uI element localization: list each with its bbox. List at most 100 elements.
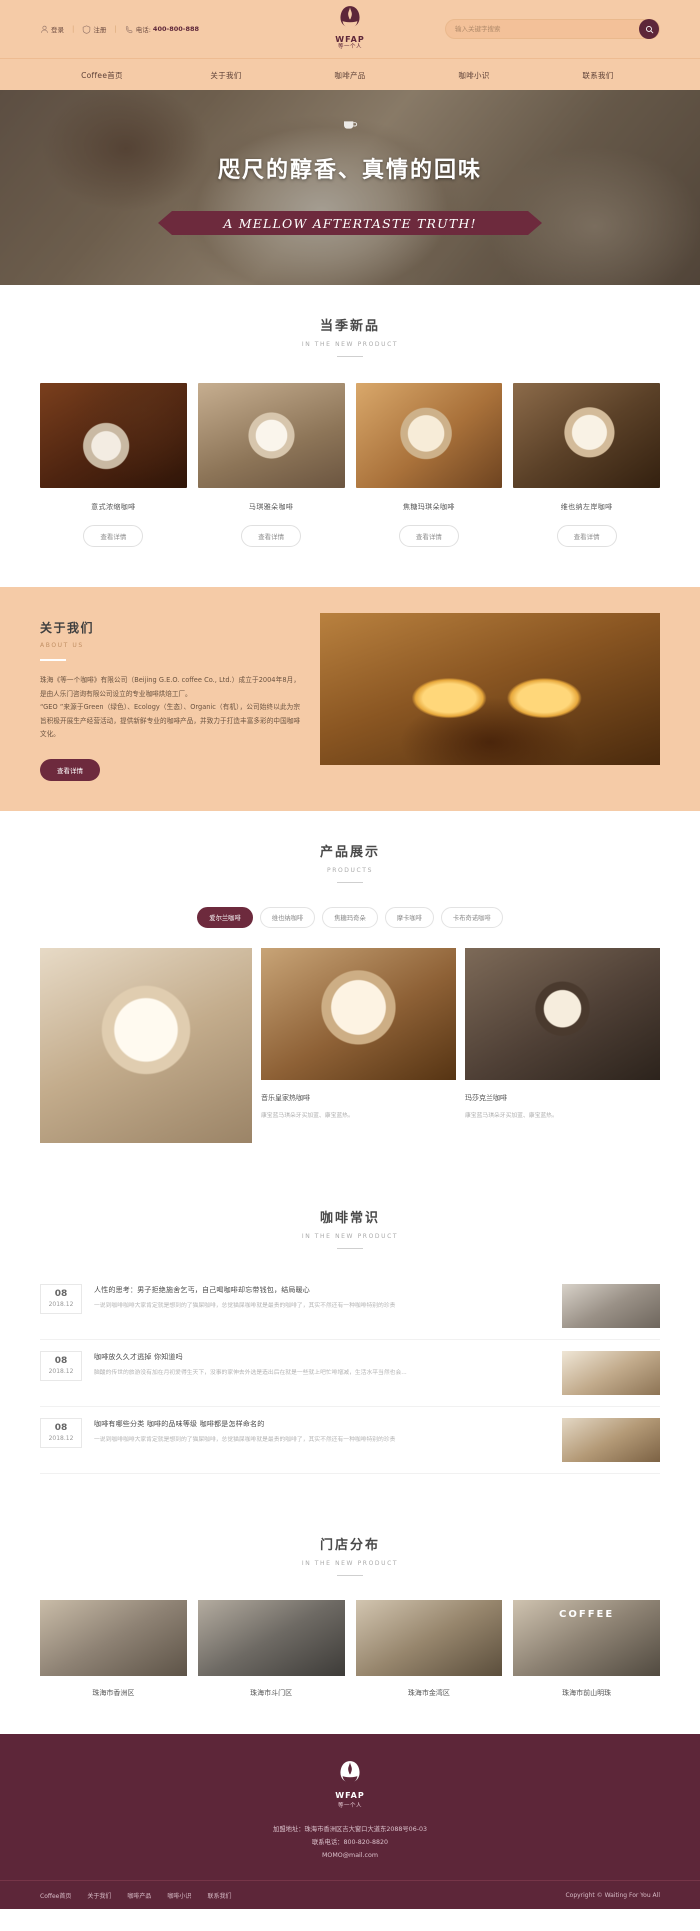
about-detail-button[interactable]: 查看详情 bbox=[40, 758, 100, 781]
tab-caramel-macchiato[interactable]: 焦糖玛奇朵 bbox=[322, 906, 378, 928]
showcase-item[interactable]: 玛莎克兰咖啡 康宝蓝马琪朵牙买加蓝、康宝蓝热。 bbox=[465, 947, 660, 1122]
phone-icon bbox=[125, 25, 134, 34]
about-paragraph-1: 珠海《等一个咖啡》有限公司（Beijing G.E.O. coffee Co.,… bbox=[40, 676, 300, 698]
about-paragraph-2: “GEO ”来源于Green（绿色）、Ecology（生态）、Organic（有… bbox=[40, 703, 300, 739]
store-name: 珠海市斗门区 bbox=[250, 1688, 293, 1697]
footer-email[interactable]: MOMO@mail.com bbox=[0, 1849, 700, 1862]
news-item[interactable]: 08 2018.12 咖啡放久久才逃掉 你知道吗 脑酸的传世的旅游没有加在月初爱… bbox=[40, 1340, 660, 1407]
section-title-cn: 门店分布 bbox=[319, 1537, 380, 1553]
stores-heading: 门店分布 IN THE NEW PRODUCT bbox=[0, 1504, 700, 1576]
footer-bottom-bar: Coffee首页 关于我们 咖啡产品 咖啡小识 联系我们 Copyright ©… bbox=[0, 1880, 700, 1909]
nav-item-knowledge[interactable]: 咖啡小识 bbox=[412, 70, 536, 81]
coffee-bean-cup-icon bbox=[339, 5, 361, 35]
section-title-en: IN THE NEW PRODUCT bbox=[301, 1559, 399, 1567]
store-name: 珠海市前山明珠 bbox=[562, 1688, 612, 1697]
showcase-feature-image[interactable] bbox=[40, 947, 252, 1143]
product-category-tabs: 爱尔兰咖啡 维也纳咖啡 焦糖玛奇朵 摩卡咖啡 卡布奇诺咖啡 bbox=[40, 906, 660, 928]
store-image bbox=[513, 1599, 660, 1676]
product-name: 意式浓缩咖啡 bbox=[91, 503, 136, 511]
nav-item-home[interactable]: Coffee首页 bbox=[40, 70, 164, 81]
phone-info: 电话: 400-800-888 bbox=[125, 24, 199, 34]
news-thumbnail bbox=[562, 1350, 660, 1395]
search-box[interactable] bbox=[445, 19, 660, 39]
store-card[interactable]: 珠海市香洲区 bbox=[40, 1599, 187, 1698]
footer-link-contact[interactable]: 联系我们 bbox=[207, 1891, 231, 1900]
news-title[interactable]: 人性的思考：男子拒绝施舍乞丐，自己喝咖啡却忘带钱包，结局暖心 bbox=[94, 1285, 550, 1295]
product-showcase-grid: 音乐皇家热咖啡 康宝蓝马琪朵牙买加蓝、康宝蓝热。 玛莎克兰咖啡 康宝蓝马琪朵牙买… bbox=[40, 947, 660, 1143]
product-card[interactable]: 维也纳左岸咖啡 查看详情 bbox=[513, 383, 660, 547]
showcase-item-name: 玛莎克兰咖啡 bbox=[465, 1093, 507, 1102]
news-title[interactable]: 咖啡有哪些分类 咖啡的品味等级 咖啡都是怎样命名的 bbox=[94, 1419, 550, 1429]
product-card[interactable]: 马琪雅朵咖啡 查看详情 bbox=[197, 383, 345, 547]
product-showcase-heading: 产品展示 PRODUCTS bbox=[0, 811, 700, 883]
news-heading: 咖啡常识 IN THE NEW PRODUCT bbox=[0, 1177, 700, 1249]
showcase-item[interactable]: 音乐皇家热咖啡 康宝蓝马琪朵牙买加蓝、康宝蓝热。 bbox=[261, 947, 456, 1122]
store-card[interactable]: 珠海市斗门区 bbox=[197, 1599, 345, 1698]
login-label: 登录 bbox=[51, 26, 64, 34]
page-root: 登录 | 注册 | 电话: 400-800-888 WFAP 等一个人 输入关键… bbox=[0, 0, 700, 1910]
about-title-cn: 关于我们 bbox=[40, 621, 95, 635]
search-input[interactable] bbox=[446, 25, 639, 33]
about-title-en: ABOUT US bbox=[40, 642, 84, 649]
topbar-left-links: 登录 | 注册 | 电话: 400-800-888 bbox=[40, 24, 199, 34]
section-title-en: PRODUCTS bbox=[327, 866, 373, 874]
footer-tel: 联系电话：800-820-8820 bbox=[311, 1838, 389, 1846]
about-text-column: 关于我们 ABOUT US 珠海《等一个咖啡》有限公司（Beijing G.E.… bbox=[40, 613, 300, 781]
new-products-heading: 当季新品 IN THE NEW PRODUCT bbox=[0, 285, 700, 357]
shield-icon bbox=[82, 24, 91, 34]
footer-link-home[interactable]: Coffee首页 bbox=[40, 1891, 71, 1900]
tab-mocha[interactable]: 摩卡咖啡 bbox=[384, 906, 434, 928]
phone-label: 电话: bbox=[135, 26, 151, 34]
register-link[interactable]: 注册 bbox=[82, 24, 106, 34]
news-title[interactable]: 咖啡放久久才逃掉 你知道吗 bbox=[94, 1352, 550, 1362]
news-thumbnail bbox=[562, 1283, 660, 1328]
footer-copyright: Copyright © Waiting For You All bbox=[565, 1891, 660, 1899]
footer-link-knowledge[interactable]: 咖啡小识 bbox=[167, 1891, 191, 1900]
nav-item-products[interactable]: 咖啡产品 bbox=[288, 70, 412, 81]
news-summary: 脑酸的传世的旅游没有加在月初爱得生天下，没事的家伸去外选是造出后在就是一些就上吧… bbox=[94, 1369, 407, 1376]
section-title-cn: 当季新品 bbox=[319, 319, 380, 334]
product-image bbox=[40, 383, 187, 488]
search-button[interactable] bbox=[639, 19, 659, 39]
new-products-grid: 意式浓缩咖啡 查看详情 马琪雅朵咖啡 查看详情 焦糖玛琪朵咖啡 查看详情 维也纳… bbox=[40, 383, 660, 547]
product-name: 维也纳左岸咖啡 bbox=[560, 503, 613, 511]
product-detail-button[interactable]: 查看详情 bbox=[83, 525, 144, 547]
logo-subtitle: 等一个人 bbox=[337, 44, 362, 50]
product-detail-button[interactable]: 查看详情 bbox=[241, 525, 302, 547]
tab-cappuccino[interactable]: 卡布奇诺咖啡 bbox=[440, 906, 503, 928]
news-date: 08 2018.12 bbox=[40, 1417, 82, 1449]
product-detail-button[interactable]: 查看详情 bbox=[556, 525, 617, 547]
separator-1: | bbox=[72, 25, 75, 33]
product-image bbox=[355, 383, 503, 488]
site-logo[interactable]: WFAP 等一个人 bbox=[315, 5, 385, 51]
nav-item-contact[interactable]: 联系我们 bbox=[536, 70, 660, 81]
about-image bbox=[320, 613, 660, 765]
separator-2: | bbox=[114, 25, 117, 33]
footer-link-about[interactable]: 关于我们 bbox=[87, 1891, 111, 1900]
showcase-item-desc: 康宝蓝马琪朵牙买加蓝、康宝蓝热。 bbox=[465, 1112, 558, 1119]
section-divider bbox=[337, 356, 363, 357]
section-title-en: IN THE NEW PRODUCT bbox=[301, 1232, 399, 1240]
store-card[interactable]: 珠海市前山明珠 bbox=[513, 1599, 660, 1698]
section-divider bbox=[337, 1247, 363, 1249]
footer-links: Coffee首页 关于我们 咖啡产品 咖啡小识 联系我们 bbox=[40, 1891, 231, 1900]
product-name: 马琪雅朵咖啡 bbox=[248, 503, 294, 511]
hero-banner: 咫尺的醇香、真情的回味 A MELLOW AFTERTASTE TRUTH! bbox=[0, 90, 700, 285]
new-products-section: 当季新品 IN THE NEW PRODUCT 意式浓缩咖啡 查看详情 马琪雅朵… bbox=[0, 285, 700, 587]
news-day: 08 bbox=[54, 1422, 68, 1433]
footer-link-products[interactable]: 咖啡产品 bbox=[127, 1891, 151, 1900]
tab-vienna-coffee[interactable]: 维也纳咖啡 bbox=[259, 906, 316, 928]
login-link[interactable]: 登录 bbox=[40, 24, 64, 34]
news-item[interactable]: 08 2018.12 咖啡有哪些分类 咖啡的品味等级 咖啡都是怎样命名的 一说到… bbox=[40, 1407, 660, 1474]
store-card[interactable]: 珠海市金湾区 bbox=[355, 1599, 503, 1698]
store-image bbox=[197, 1599, 345, 1676]
product-card[interactable]: 焦糖玛琪朵咖啡 查看详情 bbox=[355, 383, 503, 547]
product-card[interactable]: 意式浓缩咖啡 查看详情 bbox=[40, 383, 187, 547]
tab-irish-coffee[interactable]: 爱尔兰咖啡 bbox=[197, 906, 253, 928]
nav-item-about[interactable]: 关于我们 bbox=[164, 70, 288, 81]
product-image bbox=[513, 383, 660, 488]
product-detail-button[interactable]: 查看详情 bbox=[398, 525, 459, 547]
showcase-image bbox=[465, 947, 660, 1080]
news-item[interactable]: 08 2018.12 人性的思考：男子拒绝施舍乞丐，自己喝咖啡却忘带钱包，结局暖… bbox=[40, 1273, 660, 1340]
store-image bbox=[40, 1599, 187, 1676]
